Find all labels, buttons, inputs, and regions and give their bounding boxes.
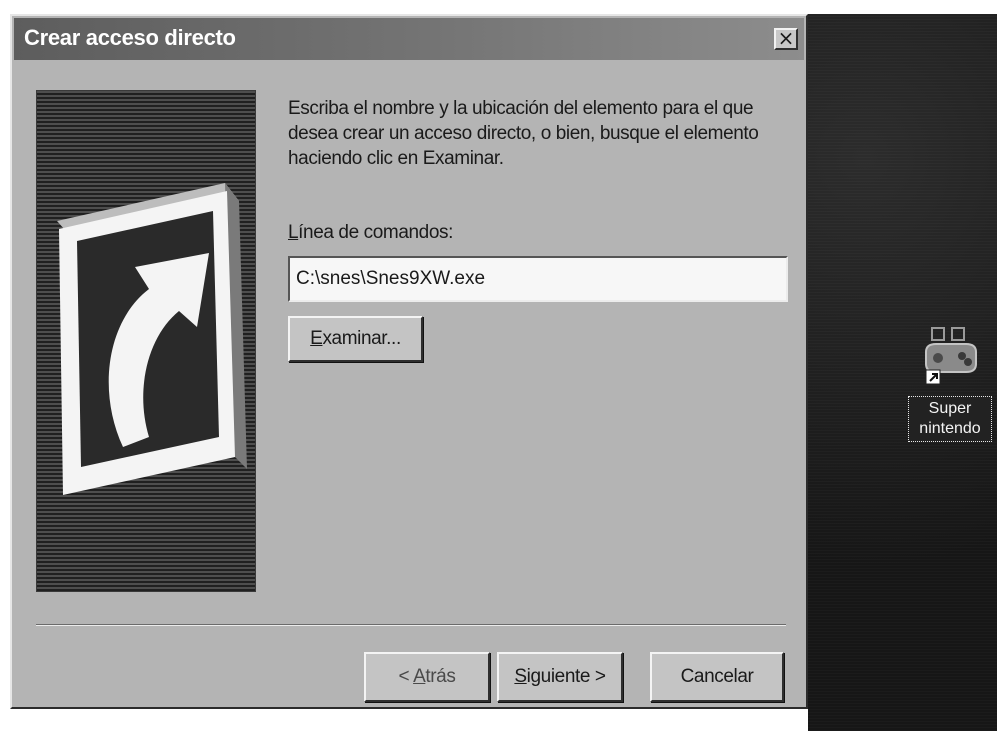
next-button[interactable]: Siguiente > (497, 652, 623, 702)
close-button[interactable]: × (774, 28, 798, 50)
desktop-shortcut-super-nintendo[interactable]: Super nintendo (908, 322, 992, 462)
back-label: trás (425, 666, 456, 687)
dialog-title: Crear acceso directo (24, 25, 236, 50)
back-button[interactable]: < Atrás (364, 652, 490, 702)
next-accelerator: S (514, 666, 527, 687)
browse-button[interactable]: Examinar... (288, 316, 423, 362)
wizard-graphic-panel (36, 90, 256, 592)
command-line-input[interactable] (288, 256, 788, 302)
title-bar[interactable]: Crear acceso directo × (14, 18, 804, 60)
browse-accelerator: E (310, 328, 323, 349)
browse-label: xaminar... (322, 328, 401, 349)
command-line-label-text: ínea de comandos: (298, 222, 453, 243)
shortcut-arrow-icon (57, 183, 247, 495)
desktop-icon-label: Super nintendo (908, 396, 992, 442)
next-label: iguiente > (526, 666, 606, 687)
separator (36, 624, 786, 626)
back-prefix: < (398, 666, 414, 687)
cancel-button[interactable]: Cancelar (650, 652, 784, 702)
create-shortcut-dialog: Crear acceso directo × Escriba el nombre… (10, 14, 808, 709)
instructions-text: Escriba el nombre y la ubicación del ele… (288, 98, 759, 169)
command-line-label: Línea de comandos: (288, 222, 453, 244)
game-controller-icon (925, 327, 977, 385)
command-line-accelerator: L (288, 222, 299, 243)
back-accelerator: A (413, 666, 426, 687)
